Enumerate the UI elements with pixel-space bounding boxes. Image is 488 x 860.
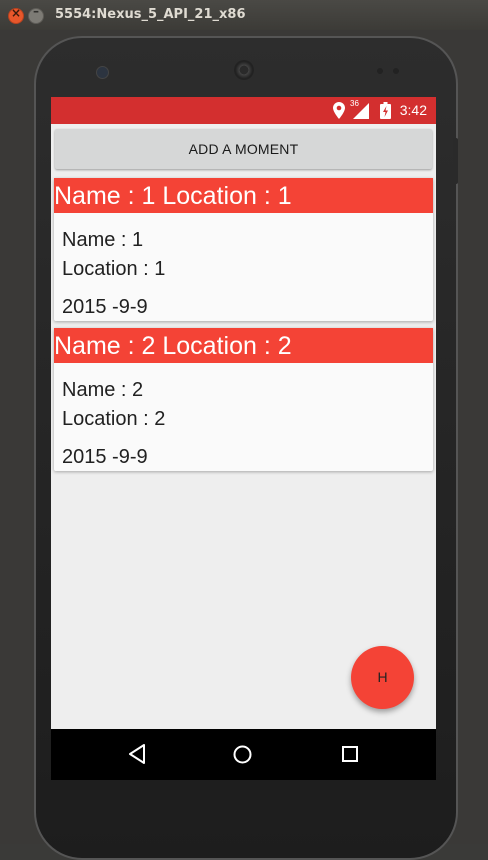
sensor-icon	[393, 68, 399, 74]
moment-card-2[interactable]: Name : 2 Location : 2 Name : 2 Location …	[54, 328, 433, 471]
speaker-icon	[234, 60, 254, 80]
card-date: 2015 -9-9	[62, 446, 148, 468]
card-name: Name : 2	[62, 379, 144, 401]
floating-action-button[interactable]: H	[351, 646, 414, 709]
card-date: 2015 -9-9	[62, 296, 148, 318]
power-button	[453, 138, 458, 184]
battery-charging-icon	[380, 102, 391, 119]
card-header: Name : 2 Location : 2	[54, 328, 433, 363]
card-location: Location : 2	[62, 408, 166, 430]
status-time: 3:42	[399, 102, 427, 118]
back-triangle-icon[interactable]	[128, 744, 146, 764]
window-titlebar: × – 5554:Nexus_5_API_21_x86	[0, 0, 488, 30]
card-header: Name : 1 Location : 1	[54, 178, 433, 213]
home-circle-icon[interactable]	[233, 745, 252, 764]
add-moment-button[interactable]: ADD A MOMENT	[55, 129, 432, 169]
minimize-icon[interactable]: –	[28, 4, 44, 24]
card-location: Location : 1	[62, 258, 166, 280]
window-title: 5554:Nexus_5_API_21_x86	[55, 7, 246, 22]
moment-card-1[interactable]: Name : 1 Location : 1 Name : 1 Location …	[54, 178, 433, 321]
navigation-bar	[51, 729, 436, 780]
signal-label: 36	[350, 99, 359, 108]
sensor-icon	[377, 68, 383, 74]
card-name: Name : 1	[62, 229, 144, 251]
location-pin-icon	[333, 102, 345, 119]
camera-icon	[96, 66, 109, 79]
recents-square-icon[interactable]	[342, 746, 358, 762]
close-icon[interactable]: ×	[8, 6, 24, 24]
status-bar: 36 3:42	[51, 97, 436, 124]
phone-screen: 36 3:42 ADD A MOMENT Name : 1 Location :…	[51, 97, 436, 780]
